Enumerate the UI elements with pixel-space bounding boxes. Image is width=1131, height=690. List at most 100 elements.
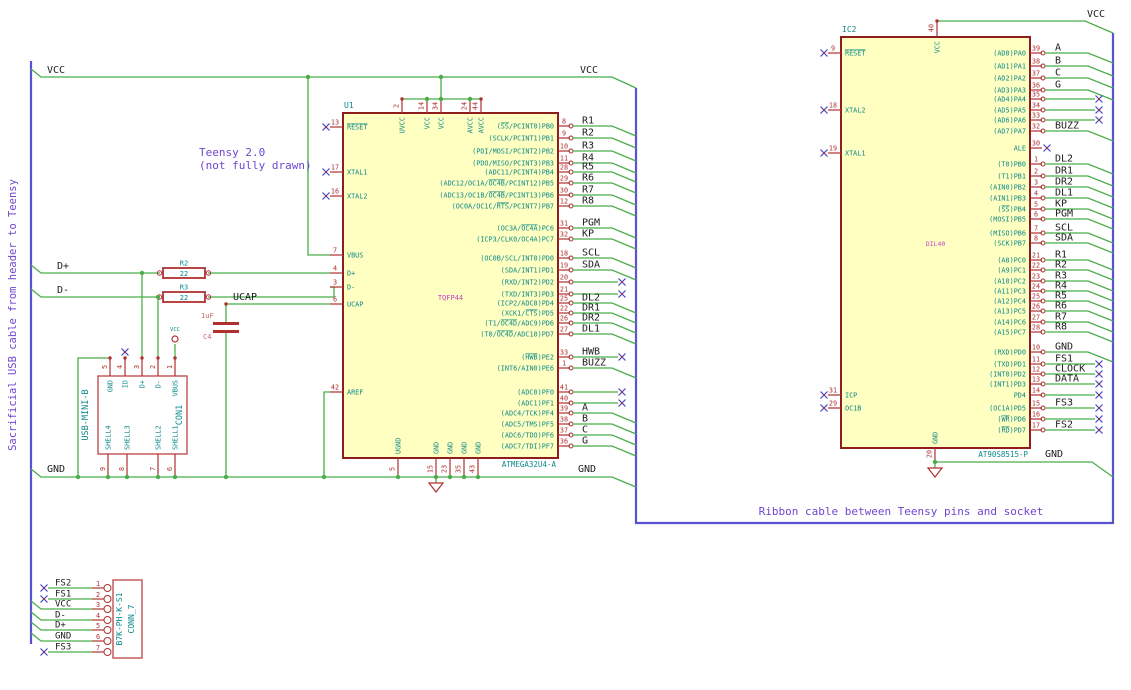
u1-pin-number: 33 [560, 349, 568, 357]
ic2-ref: IC2 [842, 25, 857, 34]
u1-pin-name: (ICP3/CLK0/OC4A)PC7 [476, 236, 554, 244]
u1-pin-number: 34 [432, 102, 440, 110]
net-label-d-: D- [55, 611, 66, 621]
u1-pin-number: 18 [560, 250, 568, 258]
u1-pin-name: (SCLK/PCINT1)PB1 [489, 135, 554, 143]
ic2-pin-name: (OC1A)PD5 [989, 405, 1026, 413]
ic2-pin-number: 11 [1032, 356, 1040, 364]
u1-pin-name: XTAL2 [347, 193, 367, 201]
u1-pin-number: 39 [560, 405, 568, 413]
conn7-value: B7K-PH-K-S1 [115, 592, 124, 645]
ic2-pin-name: (AD0)PA0 [993, 50, 1026, 58]
wire [573, 333, 637, 345]
u1-pin-number: 31 [560, 220, 568, 228]
conn7-ref: CONN_7 [127, 604, 136, 633]
u1-pin-number: 28 [560, 164, 568, 172]
net-label-gnd: GND [1045, 449, 1063, 460]
pin-end-circle [103, 637, 112, 645]
con1-pin-number: 8 [118, 467, 126, 471]
no-connect-icon [1095, 95, 1103, 103]
junction-dot [438, 96, 444, 102]
u1-pin-name: VBUS [347, 252, 363, 260]
ic2-pin-number: 22 [1032, 262, 1040, 270]
ic2-pin-number: 24 [1032, 283, 1040, 291]
con1-pin-name: ID [122, 380, 130, 388]
ic2-pin-name: (A15)PC7 [993, 329, 1026, 337]
pin-connection-dot [935, 19, 939, 23]
net-label-r6: R6 [1055, 301, 1067, 312]
u1-pin-number: 22 [560, 305, 568, 313]
no-connect-icon [618, 353, 626, 361]
ic2-pin-number: 25 [1032, 293, 1040, 301]
u1-pin-name: (PDO/MISO/PCINT3)PB3 [472, 160, 554, 168]
net-label-dminus: D- [57, 285, 69, 296]
no-connect-icon [618, 278, 626, 286]
ic2-pin-name: (AD3)PA3 [993, 87, 1026, 95]
net-label-dl2: DL2 [1055, 154, 1073, 165]
con1-pin-name: D- [155, 380, 163, 388]
note-teensy-2: (not fully drawn) [199, 159, 312, 172]
pin-connection-dot [140, 356, 144, 360]
u1-pin-number: 26 [560, 315, 568, 323]
junction-dot [139, 270, 145, 276]
u1-pin-number: 40 [560, 395, 568, 403]
net-label-g: G [1055, 80, 1061, 91]
junction-dot [475, 474, 481, 480]
u1-pin-number: 6 [333, 296, 337, 304]
net-label-d+: D+ [55, 621, 66, 631]
ic2-pin-number: 37 [1032, 70, 1040, 78]
no-connect-icon [322, 168, 330, 176]
ic2-pin-name: (RD)PD7 [997, 427, 1026, 435]
net-label-pgm: PGM [582, 218, 600, 229]
con1-pin-number: 4 [116, 365, 124, 369]
ic2-pin-name: (A11)PC3 [993, 288, 1026, 296]
ic2-pin-number: 36 [1032, 82, 1040, 90]
u1-pin-number: 1 [562, 360, 566, 368]
net-label-dplus: D+ [57, 261, 69, 272]
junction-dot [932, 459, 938, 465]
u1-pin-name: GND [447, 442, 455, 454]
ic2-pin-number: 19 [829, 145, 837, 153]
net-label-dl1: DL1 [1055, 188, 1073, 199]
con1-value: USB-MINI-B [81, 389, 91, 440]
u1-pin-number: 32 [560, 231, 568, 239]
ic2-pin-name: (INT0)PD2 [989, 371, 1026, 379]
net-label-c: C [582, 425, 588, 436]
u1-pin-number: 19 [560, 262, 568, 270]
ic2-pin-number: 5 [1034, 201, 1038, 209]
wire [323, 391, 330, 477]
ic2-pin-name: GND [932, 432, 940, 444]
u1-pin-number: 16 [331, 188, 339, 196]
ic2-pin-number: 13 [1032, 376, 1040, 384]
u1-pin-number: 11 [560, 155, 568, 163]
conn7-pin-number: 4 [96, 612, 100, 620]
u1-pin-number: 10 [560, 143, 568, 151]
u1-footprint: TQFP44 [438, 294, 463, 302]
ic2-pin-name: (WR)PD6 [997, 416, 1026, 424]
junction-dot [321, 474, 327, 480]
capacitor-c4-body[interactable] [213, 322, 239, 333]
u1-pin-name: (ADC4/TCK)PF4 [501, 410, 554, 418]
u1-pin-name: (ADC1)PF1 [517, 400, 554, 408]
net-label-r2: R2 [582, 128, 594, 139]
u1-pin-name: (ADC13/OC1B/OC4B/PCINT13)PB6 [439, 192, 554, 200]
ic2-pin-number: 7 [1034, 225, 1038, 233]
wire [937, 20, 1114, 34]
con1-pin-number: 5 [101, 365, 109, 369]
u1-pin-name: (INT6/AIN0)PE6 [497, 365, 554, 373]
pin-connection-dot [173, 356, 177, 360]
ic2-pin-number: 2 [1034, 168, 1038, 176]
conn7-pin-number: 6 [96, 633, 100, 641]
wire [573, 205, 637, 217]
net-label-pgm: PGM [1055, 209, 1073, 220]
wire [1045, 331, 1114, 343]
pin-connection-dot [123, 356, 127, 360]
con1-pin-name: GND [107, 380, 115, 392]
net-label-r1: R1 [582, 116, 594, 127]
net-label-kp: KP [582, 229, 594, 240]
ic2-pin-number: 4 [1034, 190, 1038, 198]
ic2-pin-name: (A9)PC1 [997, 267, 1026, 275]
ic2-pin-name: (AD5)PA5 [993, 107, 1026, 115]
u1-pin-name: (T0/OC4D/ADC10)PD7 [480, 331, 554, 339]
u1-pin-name: GND [433, 442, 441, 454]
